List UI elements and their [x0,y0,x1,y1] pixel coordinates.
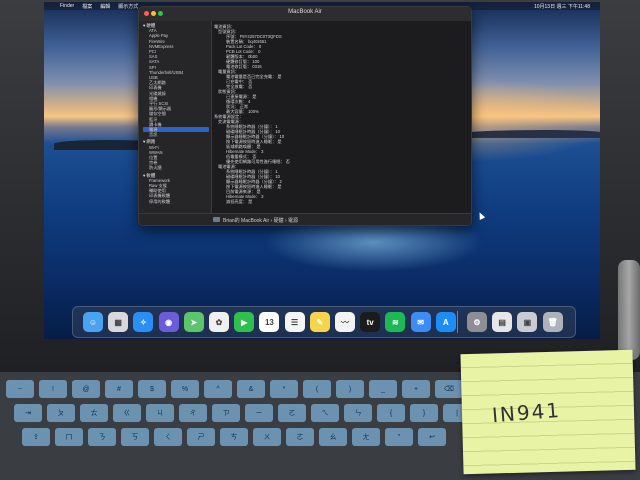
keyboard-key[interactable]: " [385,428,413,446]
keyboard-key[interactable]: ㄘ [220,428,248,446]
keyboard-key[interactable]: ㄎ [121,428,149,446]
dock-app-mail-icon[interactable]: ✉ [410,312,431,332]
keyboard-key[interactable]: ⌫ [435,380,463,398]
detail-line: 減低亮度： 是 [226,199,253,204]
keyboard-key[interactable]: ㄍ [113,404,141,422]
keyboard-key[interactable]: ! [39,380,67,398]
keyboard-key[interactable]: ㄠ [319,428,347,446]
mouse-cursor-icon [476,211,486,220]
menu-edit[interactable]: 編輯 [100,3,110,10]
wallpaper-rocks-right [454,130,600,138]
keyboard-key[interactable]: ㄟ [311,404,339,422]
desktop-screen: Finder 檔案 編輯 顯示方式 10月13日 週三 下午11:48 MacB… [44,2,600,339]
keyboard-key[interactable]: # [105,380,133,398]
menu-view[interactable]: 顯示方式 [118,3,138,10]
dock-app-maps-icon[interactable]: ➤ [183,312,204,332]
keyboard-key[interactable]: ㄋ [88,428,116,446]
dock-app-spotify-icon[interactable]: ≋ [385,312,406,332]
keyboard-key[interactable]: $ [138,380,166,398]
dock-app-safari-icon[interactable]: ✧ [133,312,154,332]
keyboard-key[interactable]: ⇥ [14,404,42,422]
keyboard-key[interactable]: ㄗ [212,404,240,422]
keyboard-key[interactable]: ㄑ [154,428,182,446]
keyboard-key[interactable]: ㄐ [146,404,174,422]
keyboard-key[interactable]: ㄕ [187,428,215,446]
dock-app-system-information-icon[interactable]: ▣ [517,312,538,332]
keyboard-key[interactable]: _ [369,380,397,398]
detail-pane: 電池資訊： 型號資訊： 序號： F8Y4257DC0T3QFDS 裝置名稱： bq40… [212,21,471,213]
menu-bar-clock[interactable]: 10月13日 週三 下午11:48 [534,3,590,10]
keyboard-key[interactable]: ㄣ [344,404,372,422]
keyboard-key[interactable]: ㄊ [80,404,108,422]
dock-app-facetime-icon[interactable]: ▶ [234,312,255,332]
computer-icon [213,217,220,222]
status-bar: Brian的 MacBook Air › 硬體 › 電源 [139,213,471,225]
sidebar-item[interactable]: 音訊 [149,132,157,138]
keyboard-key[interactable]: { [377,404,405,422]
keyboard-key[interactable]: ) [336,380,364,398]
dock-app-photos-icon[interactable]: ✿ [209,312,229,332]
dock-app-siri-icon[interactable]: ◉ [158,312,179,332]
keyboard-key[interactable]: ㄆ [47,404,75,422]
dock-app-system-preferences-icon[interactable]: ⚙ [467,312,487,332]
window-titlebar[interactable]: MacBook Air [139,7,471,21]
dock-separator [457,311,458,333]
keyboard-key[interactable]: & [237,380,265,398]
window-title: MacBook Air [288,9,322,15]
keyboard-key[interactable]: ⇪ [22,428,50,446]
dock-app-notes-icon[interactable]: ✎ [309,312,330,332]
dock: ☺ ▦ ✧ ◉ ➤ ✿ ▶ 13 ☰ ✎ 〰 tv ≋ ✉ A ⚙ ▤ ▣ 🗑 [72,306,576,338]
usb-cable [618,260,640,360]
dock-app-finder-icon[interactable]: ☺ [83,312,103,332]
keyboard-key[interactable]: * [270,380,298,398]
keyboard-key[interactable]: ( [303,380,331,398]
system-information-window: MacBook Air ▾ 硬體 ATA Apple Pay FireWire NVME… [138,6,472,226]
sidebar-item[interactable]: 停用的軟體 [149,199,170,205]
keyboard-key[interactable]: @ [72,380,100,398]
keyboard-key[interactable]: ㄇ [55,428,83,446]
dock-app-calendar-icon[interactable]: 13 [259,312,280,332]
breadcrumb[interactable]: Brian的 MacBook Air › 硬體 › 電源 [223,217,298,224]
keyboard-key[interactable]: ㄔ [179,404,207,422]
sticky-note-text: IN941 [491,397,562,428]
dock-app-reminders-icon[interactable]: ☰ [284,312,305,332]
dock-app-launchpad-icon[interactable]: ▦ [108,312,129,332]
keyboard-key[interactable]: } [410,404,438,422]
keyboard-key[interactable]: ㄜ [286,428,314,446]
menu-file[interactable]: 檔案 [82,3,92,10]
dock-app-apple-tv-icon[interactable]: tv [360,312,381,332]
sidebar-item[interactable]: 防火牆 [149,165,162,171]
dock-app-freeform-icon[interactable]: 〰 [335,312,355,332]
keyboard-key[interactable]: ^ [204,380,232,398]
keyboard-key[interactable]: ㄨ [253,428,281,446]
dock-app-app-store-icon[interactable]: A [435,312,456,332]
keyboard-key[interactable]: % [171,380,199,398]
dock-app-trash-icon[interactable]: 🗑 [542,312,563,332]
keyboard-key[interactable]: ㄤ [352,428,380,446]
keyboard-key[interactable]: ↩ [418,428,446,446]
keyboard-key[interactable]: + [402,380,430,398]
keyboard-key[interactable]: ~ [6,380,34,398]
sidebar: ▾ 硬體 ATA Apple Pay FireWire NVMExpress PCI SAS… [139,21,212,213]
sticky-note: IN941 [460,349,636,475]
menu-finder[interactable]: Finder [60,3,74,9]
dock-app-preview-icon[interactable]: ▤ [492,312,513,332]
keyboard-key[interactable]: ㄧ [245,404,273,422]
keyboard-key[interactable]: ㄛ [278,404,306,422]
